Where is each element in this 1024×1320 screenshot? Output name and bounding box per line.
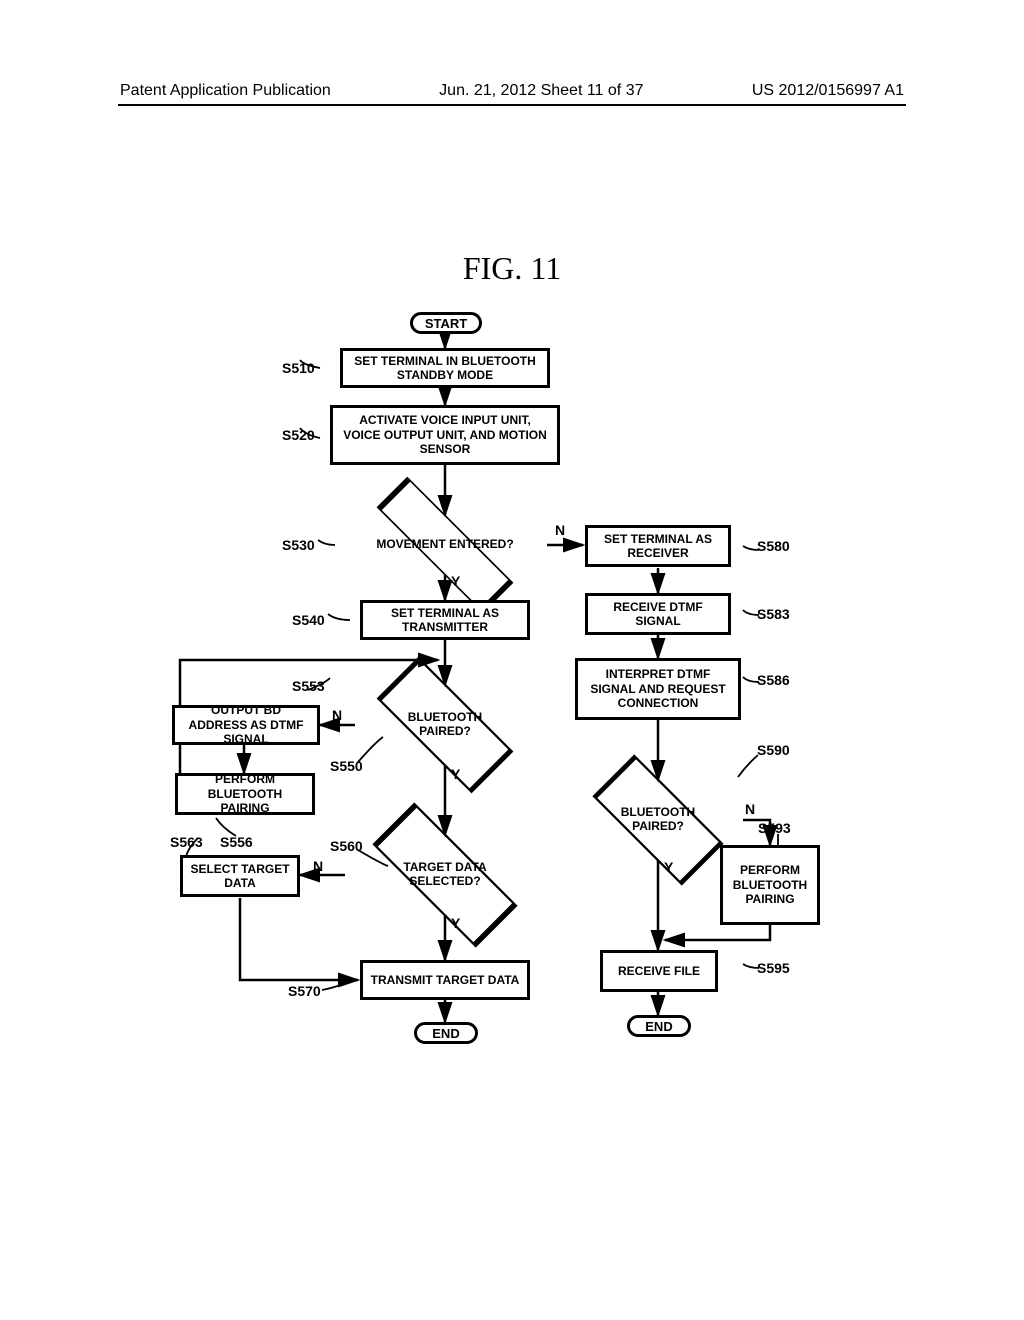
decision-s560: TARGET DATA SELECTED? <box>390 860 500 889</box>
label-s595: S595 <box>757 960 790 976</box>
label-s560: S560 <box>330 838 363 854</box>
end-node-right: END <box>627 1015 691 1037</box>
branch-s560-y: Y <box>451 915 460 931</box>
header-left: Patent Application Publication <box>120 82 331 100</box>
label-s593: S593 <box>758 820 791 836</box>
page-header: Patent Application Publication Jun. 21, … <box>0 82 1024 100</box>
header-right: US 2012/0156997 A1 <box>752 82 904 100</box>
process-s593: PERFORM BLUETOOTH PAIRING <box>720 845 820 925</box>
label-s530: S530 <box>282 537 315 553</box>
branch-s590-y: Y <box>664 859 673 875</box>
label-s583: S583 <box>757 606 790 622</box>
branch-s530-y: Y <box>451 573 460 589</box>
decision-s590: BLUETOOTH PAIRED? <box>608 805 708 834</box>
label-s590: S590 <box>757 742 790 758</box>
branch-s550-y: Y <box>451 766 460 782</box>
label-s563: S563 <box>170 834 203 850</box>
label-s570: S570 <box>288 983 321 999</box>
decision-s530: MOVEMENT ENTERED? <box>365 537 525 551</box>
label-s586: S586 <box>757 672 790 688</box>
process-s540: SET TERMINAL AS TRANSMITTER <box>360 600 530 640</box>
process-s563: SELECT TARGET DATA <box>180 855 300 897</box>
end-node-left: END <box>414 1022 478 1044</box>
header-rule <box>118 104 906 106</box>
process-s520: ACTIVATE VOICE INPUT UNIT, VOICE OUTPUT … <box>330 405 560 465</box>
process-s556: PERFORM BLUETOOTH PAIRING <box>175 773 315 815</box>
branch-s530-n: N <box>555 522 565 538</box>
process-s570: TRANSMIT TARGET DATA <box>360 960 530 1000</box>
figure-title: FIG. 11 <box>463 250 561 287</box>
start-node: START <box>410 312 482 334</box>
label-s540: S540 <box>292 612 325 628</box>
label-s550: S550 <box>330 758 363 774</box>
process-s580: SET TERMINAL AS RECEIVER <box>585 525 731 567</box>
label-s553: S553 <box>292 678 325 694</box>
process-s583: RECEIVE DTMF SIGNAL <box>585 593 731 635</box>
branch-s590-n: N <box>745 801 755 817</box>
header-center: Jun. 21, 2012 Sheet 11 of 37 <box>439 82 643 100</box>
branch-s550-n: N <box>332 707 342 723</box>
process-s595: RECEIVE FILE <box>600 950 718 992</box>
label-s520: S520 <box>282 427 315 443</box>
label-s580: S580 <box>757 538 790 554</box>
label-s510: S510 <box>282 360 315 376</box>
flowchart: START END END SET TERMINAL IN BLUETOOTH … <box>0 310 1024 1210</box>
process-s586: INTERPRET DTMF SIGNAL AND REQUEST CONNEC… <box>575 658 741 720</box>
label-s556: S556 <box>220 834 253 850</box>
decision-s550: BLUETOOTH PAIRED? <box>395 710 495 739</box>
process-s510: SET TERMINAL IN BLUETOOTH STANDBY MODE <box>340 348 550 388</box>
branch-s560-n: N <box>313 858 323 874</box>
process-s553: OUTPUT BD ADDRESS AS DTMF SIGNAL <box>172 705 320 745</box>
